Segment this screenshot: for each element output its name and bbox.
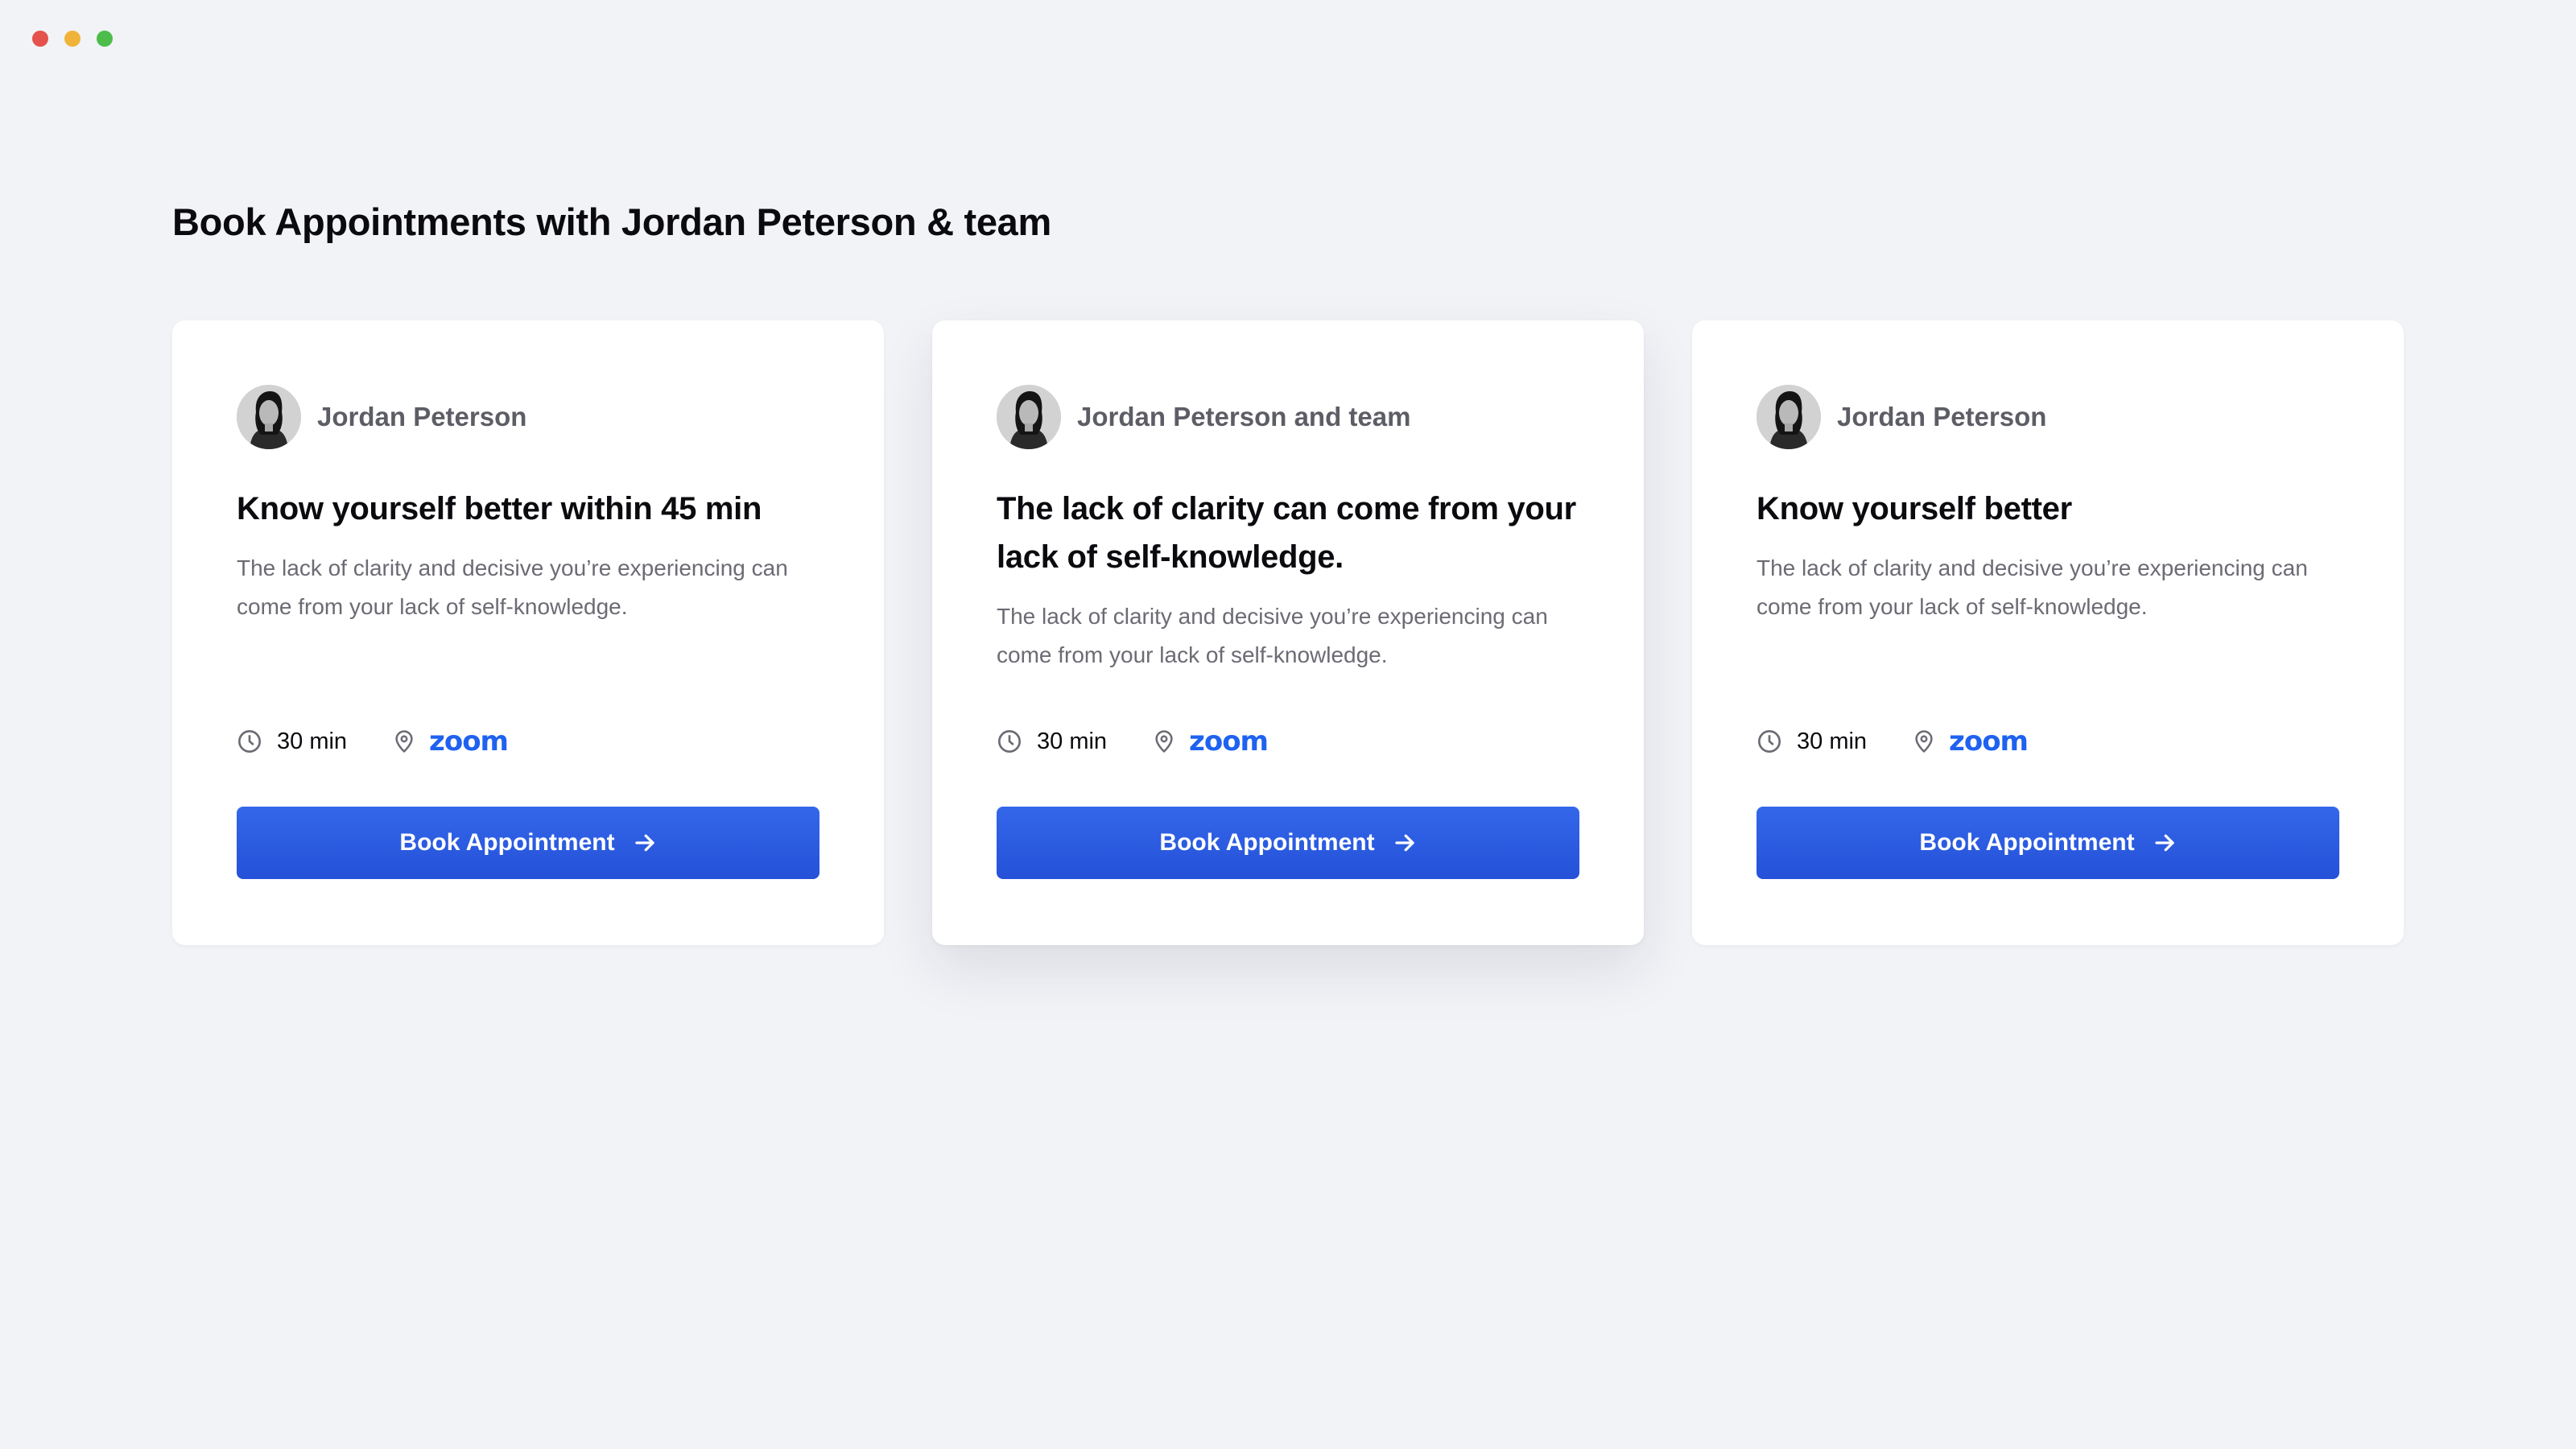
close-window-button[interactable] [32, 31, 48, 47]
location-info: zoom [1152, 725, 1269, 758]
duration-label: 30 min [277, 728, 348, 754]
book-appointment-label: Book Appointment [1919, 829, 2135, 856]
appointment-card: Jordan Peterson Know yourself better The… [1692, 320, 2404, 945]
duration-label: 30 min [1797, 728, 1868, 754]
clock-icon [1758, 730, 1781, 753]
duration-label: 30 min [1037, 728, 1108, 754]
map-pin-icon [1915, 730, 1933, 753]
host-avatar [237, 385, 301, 449]
clock-icon [238, 730, 261, 753]
host-info: Jordan Peterson and team [997, 385, 1579, 449]
duration-info: 30 min [997, 729, 1107, 755]
minimize-window-button[interactable] [64, 31, 80, 47]
appointment-card-featured: Jordan Peterson and team The lack of cla… [932, 320, 1644, 945]
host-avatar [1757, 385, 1821, 449]
zoom-logo: zoom [1949, 725, 2029, 758]
book-appointment-label: Book Appointment [1159, 829, 1375, 856]
book-appointment-button[interactable]: Book Appointment [1757, 807, 2339, 879]
maximize-window-button[interactable] [97, 31, 113, 47]
meeting-details: 30 min zoom [237, 721, 509, 762]
card-description: The lack of clarity and decisive you’re … [997, 604, 1548, 667]
book-appointment-label: Book Appointment [399, 829, 615, 856]
host-info: Jordan Peterson [237, 385, 819, 449]
location-info: zoom [1912, 725, 2029, 758]
clock-icon [998, 730, 1021, 753]
book-appointment-button[interactable]: Book Appointment [237, 807, 819, 879]
card-title: Know yourself better within 45 min [237, 491, 762, 526]
zoom-logo: zoom [1189, 725, 1269, 758]
host-name: Jordan Peterson [1837, 402, 2047, 431]
arrow-right-icon [634, 834, 654, 852]
meeting-details: 30 min zoom [997, 721, 1269, 762]
card-title: Know yourself better [1757, 491, 2072, 526]
window-controls [32, 31, 113, 47]
location-info: zoom [392, 725, 509, 758]
appointment-cards: Jordan Peterson Know yourself better wit… [172, 320, 2404, 945]
map-pin-icon [395, 730, 413, 753]
arrow-right-icon [1394, 834, 1414, 852]
duration-info: 30 min [1757, 729, 1867, 755]
host-info: Jordan Peterson [1757, 385, 2339, 449]
host-avatar [997, 385, 1061, 449]
host-name: Jordan Peterson [317, 402, 527, 431]
card-title: The lack of clarity can come from your l… [997, 491, 1576, 575]
page-title: Book Appointments with Jordan Peterson &… [172, 200, 1051, 243]
duration-info: 30 min [237, 729, 347, 755]
zoom-logo: zoom [429, 725, 509, 758]
appointment-card: Jordan Peterson Know yourself better wit… [172, 320, 884, 945]
arrow-right-icon [2154, 834, 2174, 852]
host-name: Jordan Peterson and team [1077, 402, 1411, 431]
map-pin-icon [1155, 730, 1173, 753]
book-appointment-button[interactable]: Book Appointment [997, 807, 1579, 879]
card-description: The lack of clarity and decisive you’re … [237, 555, 788, 619]
meeting-details: 30 min zoom [1757, 721, 2029, 762]
card-description: The lack of clarity and decisive you’re … [1757, 555, 2308, 619]
